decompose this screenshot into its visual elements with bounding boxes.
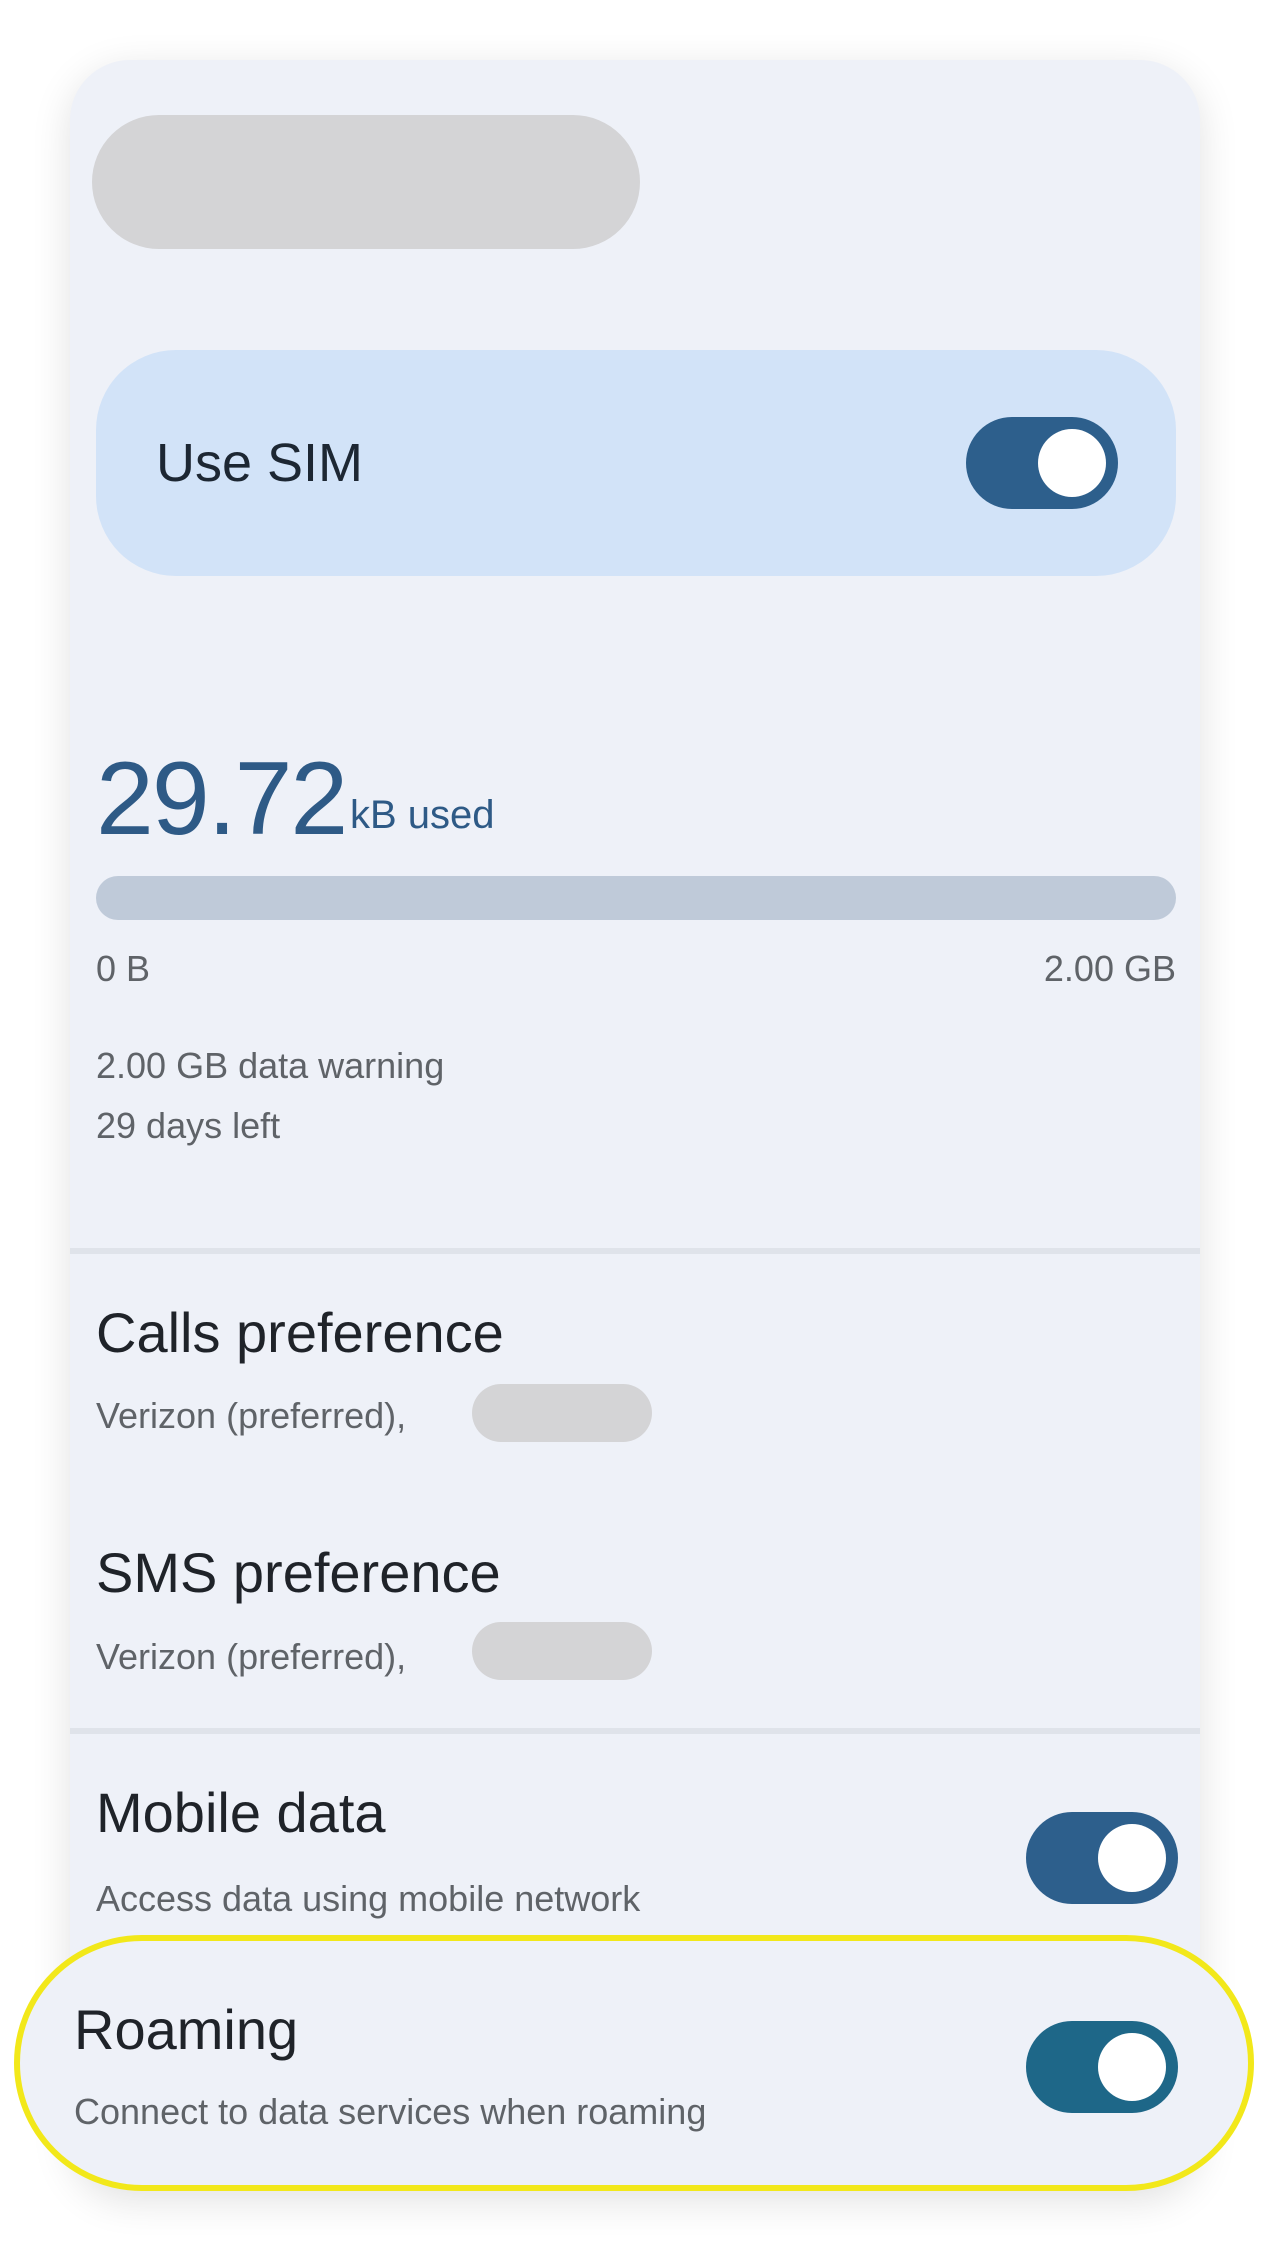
redacted-carrier (472, 1384, 652, 1442)
roaming-title: Roaming (74, 1998, 299, 2061)
mobile-data-subtitle: Access data using mobile network (96, 1878, 641, 1919)
toggle-knob (1098, 1824, 1166, 1892)
data-usage-unit: kB used (350, 793, 495, 837)
sms-preference-subtitle: Verizon (preferred), (96, 1636, 407, 1677)
sim-settings-panel: Use SIM 29.72 kB used 0 B 2.00 GB 2.00 G… (70, 60, 1200, 2190)
data-warning-text: 2.00 GB data warning (96, 1045, 445, 1086)
use-sim-label: Use SIM (156, 433, 364, 493)
mobile-data-title[interactable]: Mobile data (96, 1780, 386, 1845)
section-divider (70, 1728, 1200, 1734)
section-divider (70, 1248, 1200, 1254)
roaming-row-highlight[interactable]: Roaming Connect to data services when ro… (14, 1935, 1254, 2191)
usage-bar-min-label: 0 B (96, 948, 151, 989)
calls-preference-title[interactable]: Calls preference (96, 1300, 504, 1365)
redacted-title (92, 115, 640, 249)
screen: Use SIM 29.72 kB used 0 B 2.00 GB 2.00 G… (0, 0, 1284, 2264)
sms-preference-title[interactable]: SMS preference (96, 1540, 501, 1605)
mobile-data-toggle[interactable] (1026, 1812, 1178, 1904)
calls-preference-subtitle: Verizon (preferred), (96, 1395, 407, 1436)
data-usage-amount: 29.72 (96, 741, 348, 857)
roaming-subtitle: Connect to data services when roaming (74, 2091, 707, 2132)
toggle-knob (1098, 2033, 1166, 2101)
use-sim-toggle[interactable] (966, 417, 1118, 509)
toggle-knob (1038, 429, 1106, 497)
roaming-toggle[interactable] (1026, 2021, 1178, 2113)
use-sim-row[interactable]: Use SIM (96, 350, 1176, 576)
redacted-carrier (472, 1622, 652, 1680)
usage-bar-max-label: 2.00 GB (1043, 948, 1176, 989)
days-left-text: 29 days left (96, 1105, 281, 1146)
data-usage-bar (96, 876, 1176, 920)
